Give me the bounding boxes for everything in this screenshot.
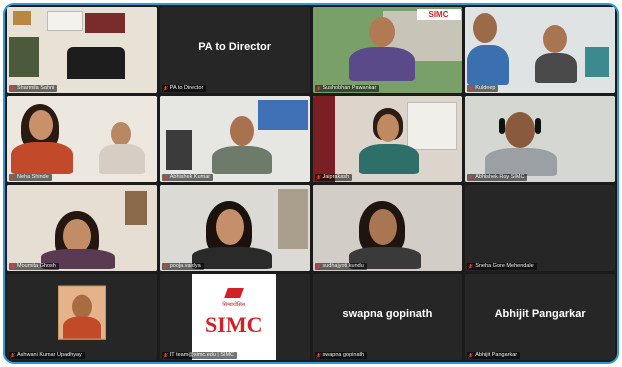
participant-name: pooja.vaidya (169, 263, 201, 269)
muted-mic-icon (315, 352, 321, 359)
simc-logo: सिम्बायोसिस SIMC (191, 274, 276, 360)
participant-name: Ashwani Kumar Upadhyay (17, 352, 82, 358)
participant-display-name: Abhijit Pangarkar (494, 308, 586, 321)
participant-tile[interactable]: swapna gopinath swapna gopinath (312, 274, 463, 360)
participant-name: sudhajyoti.kundu (322, 263, 364, 269)
muted-mic-icon (315, 263, 321, 270)
participant-name: Abhishek Kumar (169, 174, 211, 180)
participant-name: Abhijit Pangarkar (475, 352, 518, 358)
muted-mic-icon (10, 85, 15, 92)
participant-tile[interactable]: Neha Shinde (7, 96, 157, 182)
logo-text: SIMC (428, 10, 449, 19)
participant-tile[interactable]: Moumita Ghosh (7, 185, 157, 271)
simc-emblem-icon (223, 288, 244, 298)
participant-tile[interactable]: Abhijit Pangarkar Abhijit Pangarkar (465, 274, 615, 360)
muted-mic-icon (468, 85, 474, 92)
logo-subtext: सिम्बायोसिस (222, 302, 246, 308)
participant-tile[interactable]: sudhajyoti.kundu (312, 185, 463, 271)
participant-tile[interactable]: Abhishek Kumar (159, 96, 310, 182)
participant-tile[interactable]: Sneha Gore Mehendale (465, 185, 615, 271)
participant-display-name: PA to Director (198, 41, 271, 54)
muted-mic-icon (10, 352, 15, 359)
muted-mic-icon (468, 174, 474, 181)
avatar (57, 285, 106, 340)
participant-tile[interactable]: Sharmila Sahni (7, 7, 157, 93)
logo-text: SIMC (205, 312, 263, 337)
muted-mic-icon (10, 174, 15, 181)
participant-name: PA to Director (169, 85, 204, 91)
participant-name: Neha Shinde (17, 174, 49, 180)
muted-mic-icon (468, 263, 474, 270)
participant-gallery: Sharmila Sahni PA to Director PA to Dire… (7, 7, 615, 360)
participant-display-name: swapna gopinath (342, 308, 433, 321)
participant-name: Sharmila Sahni (17, 85, 55, 91)
participant-tile[interactable]: सिम्बायोसिस SIMC IT team@simc.edu | SIMC (159, 274, 310, 360)
muted-mic-icon (315, 174, 321, 181)
participant-name: swapna gopinath (322, 352, 365, 358)
participant-tile[interactable]: Kuldeep (465, 7, 615, 93)
participant-name: Abhishek Roy SIMC (475, 174, 525, 180)
participant-name: Jaiprakash (322, 174, 350, 180)
muted-mic-icon (162, 85, 168, 92)
participant-name: Sushobhan Pawankar (322, 85, 377, 91)
participant-tile[interactable]: Abhishek Roy SIMC (465, 96, 615, 182)
muted-mic-icon (10, 263, 15, 270)
participant-tile[interactable]: pooja.vaidya (159, 185, 310, 271)
muted-mic-icon (162, 174, 168, 181)
participant-name: IT team@simc.edu | SIMC (169, 352, 235, 358)
participant-tile-active-speaker[interactable]: SIMC Sushobhan Pawankar (312, 7, 463, 93)
participant-tile[interactable]: PA to Director PA to Director (159, 7, 310, 93)
meeting-window: Sharmila Sahni PA to Director PA to Dire… (3, 3, 619, 364)
muted-mic-icon (162, 352, 168, 359)
participant-tile[interactable]: Jaiprakash (312, 96, 463, 182)
muted-mic-icon (468, 352, 474, 359)
participant-name: Sneha Gore Mehendale (475, 263, 534, 269)
muted-mic-icon (315, 85, 321, 92)
participant-name: Moumita Ghosh (17, 263, 56, 269)
participant-tile[interactable]: Ashwani Kumar Upadhyay (7, 274, 157, 360)
simc-logo: SIMC (416, 9, 461, 20)
participant-name: Kuldeep (475, 85, 496, 91)
muted-mic-icon (162, 263, 168, 270)
